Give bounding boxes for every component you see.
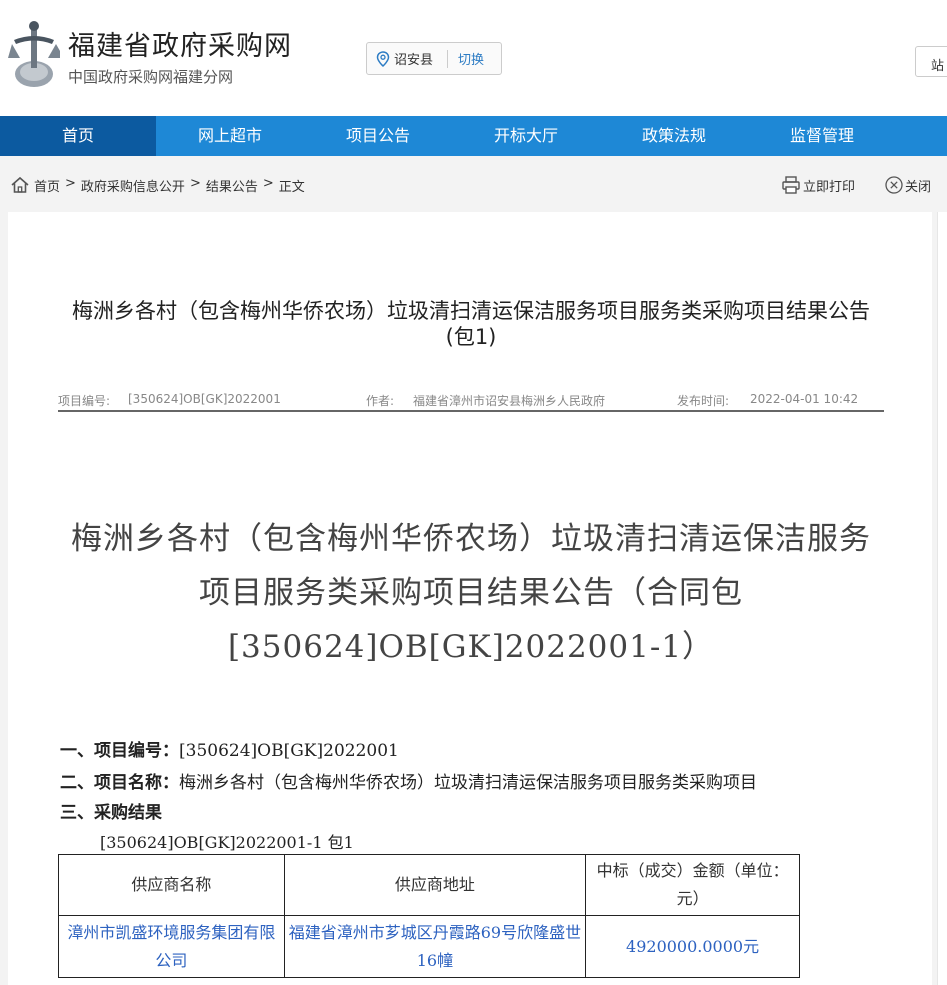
cell-supplier-name: 漳州市凯盛环境服务集团有限公司	[58, 915, 285, 978]
home-icon	[11, 176, 29, 193]
location-selector: 诏安县 切换	[366, 42, 502, 75]
nav-item-supervision[interactable]: 监督管理	[748, 116, 896, 156]
section-project-name: 二、项目名称：梅洲乡各村（包含梅州华侨农场）垃圾清扫清运保洁服务项目服务类采购项…	[60, 768, 757, 793]
document-title: 梅洲乡各村（包含梅州华侨农场）垃圾清扫清运保洁服务项目服务类采购项目结果公告（合…	[71, 521, 871, 665]
cell-supplier-address: 福建省漳州市芗城区丹霞路69号欣隆盛世16幢	[283, 915, 587, 978]
table-header-row: 供应商名称 供应商地址 中标（成交）金额（单位：元）	[58, 854, 800, 916]
breadcrumb-home[interactable]: 首页	[34, 176, 60, 195]
section-label: 三、采购结果	[60, 803, 162, 823]
breadcrumb-separator: >	[262, 176, 274, 191]
package-line: [350624]OB[GK]2022001-1 包1	[100, 833, 354, 852]
close-button[interactable]: 关闭	[905, 176, 931, 195]
nav-item-bid-opening-hall[interactable]: 开标大厅	[452, 116, 600, 156]
location-divider	[447, 49, 449, 68]
meta-publish-time: 2022-04-01 10:42	[750, 392, 859, 406]
government-emblem-logo[interactable]	[8, 18, 60, 90]
meta-project-no: [350624]OB[GK]2022001	[128, 392, 281, 406]
close-icon[interactable]	[884, 175, 904, 195]
meta-author: 福建省漳州市诏安县梅洲乡人民政府	[413, 394, 606, 408]
breadcrumb-result-notices[interactable]: 结果公告	[206, 176, 258, 195]
section-label: 二、项目名称：	[60, 773, 179, 793]
section-label: 一、项目编号：	[60, 741, 179, 761]
section-value: [350624]OB[GK]2022001	[179, 741, 399, 761]
nav-item-home[interactable]: 首页	[0, 116, 156, 156]
breadcrumb-separator: >	[189, 176, 201, 191]
cell-award-amount: 4920000.0000元	[585, 915, 800, 978]
column-header-supplier-name: 供应商名称	[58, 854, 285, 916]
nav-item-more[interactable]: 办	[896, 116, 947, 156]
article-title: 梅洲乡各村（包含梅州华侨农场）垃圾清扫清运保洁服务项目服务类采购项目结果公告(包…	[72, 299, 870, 349]
map-pin-icon	[376, 50, 390, 67]
printer-icon[interactable]	[781, 175, 801, 195]
site-subtitle: 中国政府采购网福建分网	[68, 68, 234, 86]
nav-item-online-mall[interactable]: 网上超市	[156, 116, 304, 156]
meta-project-no-label: 项目编号:	[58, 394, 111, 408]
nav-item-project-notices[interactable]: 项目公告	[304, 116, 452, 156]
location-switch-link[interactable]: 切换	[458, 49, 484, 68]
nav-item-policies[interactable]: 政策法规	[600, 116, 748, 156]
column-header-award-amount: 中标（成交）金额（单位：元）	[585, 854, 800, 916]
print-button[interactable]: 立即打印	[803, 176, 855, 195]
article-card: 梅洲乡各村（包含梅州华侨农场）垃圾清扫清运保洁服务项目服务类采购项目结果公告(包…	[8, 212, 932, 985]
breadcrumb-bar: 首页 > 政府采购信息公开 > 结果公告 > 正文 立即打印 关闭	[0, 156, 947, 212]
breadcrumb-current: 正文	[278, 180, 305, 195]
breadcrumb-separator: >	[65, 176, 76, 191]
main-nav: 首页 网上超市 项目公告 开标大厅 政策法规 监督管理 办	[0, 116, 947, 156]
site-title: 福建省政府采购网	[68, 31, 292, 62]
article-meta: 项目编号: [350624]OB[GK]2022001 作者: 福建省漳州市诏安…	[58, 390, 884, 412]
section-procurement-result: 三、采购结果	[60, 798, 162, 823]
section-value: 梅洲乡各村（包含梅州华侨农场）垃圾清扫清运保洁服务项目服务类采购项目	[179, 773, 757, 793]
vertical-scrollbar[interactable]	[937, 212, 947, 985]
meta-author-label: 作者:	[366, 394, 395, 408]
section-project-no: 一、项目编号：[350624]OB[GK]2022001	[60, 736, 399, 761]
result-table: 供应商名称 供应商地址 中标（成交）金额（单位：元） 漳州市凯盛环境服务集团有限…	[58, 854, 800, 978]
table-row: 漳州市凯盛环境服务集团有限公司 福建省漳州市芗城区丹霞路69号欣隆盛世16幢 4…	[58, 915, 800, 978]
location-name: 诏安县	[394, 53, 434, 68]
site-nav-button[interactable]: 站	[915, 46, 947, 77]
breadcrumb-info-disclosure[interactable]: 政府采购信息公开	[81, 176, 185, 195]
meta-publish-label: 发布时间:	[677, 394, 730, 408]
column-header-supplier-address: 供应商地址	[283, 854, 587, 916]
breadcrumb: 首页 > 政府采购信息公开 > 结果公告 > 正文	[34, 176, 305, 195]
site-header: 福建省政府采购网 中国政府采购网福建分网 诏安县 切换 站	[0, 0, 947, 116]
